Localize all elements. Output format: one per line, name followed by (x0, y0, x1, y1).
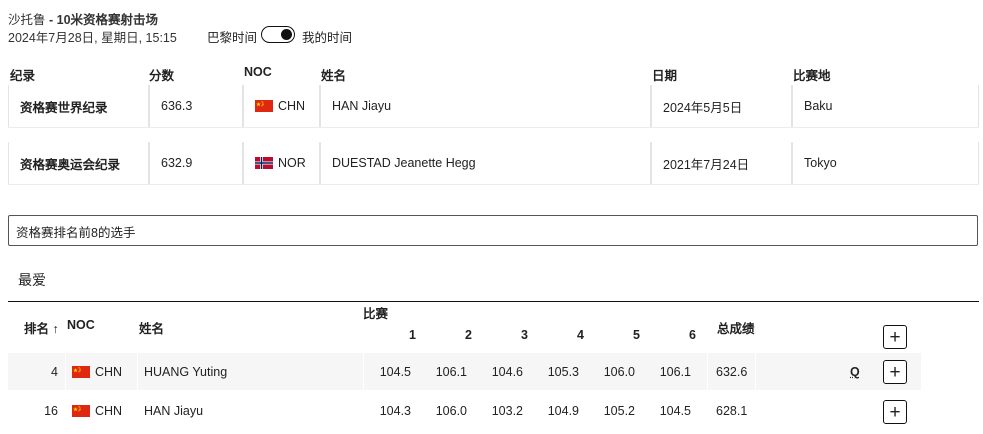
records-col-noc: NOC (244, 65, 272, 79)
table-row[interactable]: 16 CHN HAN Jiayu 104.3 106.0 103.2 104.9… (8, 392, 921, 429)
total-score: 628.1 (716, 403, 748, 418)
column-divider (363, 353, 364, 390)
series-1-score: 104.3 (379, 403, 411, 418)
record-athlete[interactable]: HAN Jiayu (320, 85, 651, 127)
results-col-series-6[interactable]: 6 (676, 328, 696, 342)
record-type: 资格赛奥运会纪录 (8, 142, 149, 184)
expand-all-button[interactable]: + (883, 325, 907, 349)
results-col-rank[interactable]: 排名 ↑ (24, 318, 59, 337)
series-3-score: 103.2 (491, 403, 523, 418)
record-score: 636.3 (149, 85, 243, 127)
title-separator: - (45, 13, 57, 27)
qualification-badge[interactable]: Q (850, 365, 860, 379)
column-divider (707, 353, 708, 390)
series-6-score: 106.1 (659, 364, 691, 379)
record-row: 资格赛奥运会纪录 632.9 NOR DUESTAD Jeanette Hegg… (8, 142, 979, 184)
noc-code: CHN (95, 364, 123, 379)
record-venue: Tokyo (792, 142, 979, 184)
event-title: 沙托鲁 - 10米资格赛射击场 (8, 9, 158, 28)
norway-flag-icon (255, 157, 273, 169)
record-score: 632.9 (149, 142, 243, 184)
series-2-score: 106.0 (435, 403, 467, 418)
sort-ascending-icon: ↑ (52, 322, 59, 336)
record-noc-code: NOR (278, 156, 306, 170)
total-score: 632.6 (716, 364, 748, 379)
noc-code: CHN (95, 403, 123, 418)
record-type: 资格赛世界纪录 (8, 85, 149, 127)
expand-row-button[interactable]: + (883, 400, 907, 424)
series-4-score: 104.9 (547, 403, 579, 418)
record-athlete[interactable]: DUESTAD Jeanette Hegg (320, 142, 651, 184)
records-col-date: 日期 (652, 69, 678, 83)
timezone-toggle[interactable] (261, 26, 295, 43)
athlete-noc: CHN (72, 353, 136, 390)
series-6-score: 104.5 (659, 403, 691, 418)
series-1-score: 104.5 (379, 364, 411, 379)
record-date: 2024年5月5日 (651, 85, 792, 127)
athlete-noc: CHN (72, 392, 136, 429)
timezone-mine-label: 我的时间 (302, 31, 353, 45)
table-top-divider (8, 301, 979, 302)
filter-select[interactable]: 资格赛排名前8的选手 (8, 215, 978, 246)
timezone-paris-label: 巴黎时间 (207, 31, 258, 45)
athlete-name[interactable]: HAN Jiayu (144, 392, 354, 429)
results-col-series-1[interactable]: 1 (396, 328, 416, 342)
record-venue: Baku (792, 85, 979, 127)
column-divider (137, 353, 138, 390)
record-noc-code: CHN (278, 99, 306, 113)
results-col-noc[interactable]: NOC (67, 318, 95, 332)
series-5-score: 106.0 (603, 364, 635, 379)
series-5-score: 105.2 (603, 403, 635, 418)
results-col-name[interactable]: 姓名 (139, 318, 164, 337)
china-flag-icon (255, 100, 273, 112)
expand-row-button[interactable]: + (883, 360, 907, 384)
event-datetime: 2024年7月28日, 星期日, 15:15 (8, 31, 177, 45)
favorites-label: 最爱 (18, 272, 46, 288)
records-col-name: 姓名 (321, 69, 347, 83)
results-col-series-4[interactable]: 4 (564, 328, 584, 342)
results-col-total[interactable]: 总成绩 (717, 318, 755, 337)
athlete-name[interactable]: HUANG Yuting (144, 353, 354, 390)
series-4-score: 105.3 (547, 364, 579, 379)
rank-header-label: 排名 (24, 322, 50, 336)
record-date: 2021年7月24日 (651, 142, 792, 184)
series-3-score: 104.6 (491, 364, 523, 379)
table-row[interactable]: 4 CHN HUANG Yuting 104.5 106.1 104.6 105… (8, 353, 921, 390)
records-col-score: 分数 (149, 69, 175, 83)
records-col-venue: 比赛地 (793, 69, 831, 83)
series-2-score: 106.1 (435, 364, 467, 379)
record-noc: CHN (243, 85, 320, 127)
china-flag-icon (72, 404, 90, 417)
rank-value: 16 (44, 403, 58, 418)
rank-value: 4 (51, 364, 58, 379)
results-col-series-5[interactable]: 5 (620, 328, 640, 342)
china-flag-icon (72, 365, 90, 378)
results-col-series-2[interactable]: 2 (452, 328, 472, 342)
record-row: 资格赛世界纪录 636.3 CHN HAN Jiayu 2024年5月5日 Ba… (8, 85, 979, 127)
records-col-record: 纪录 (10, 69, 36, 83)
results-col-match: 比赛 (363, 307, 389, 321)
event-name: 10米资格赛射击场 (56, 13, 159, 27)
results-col-series-3[interactable]: 3 (508, 328, 528, 342)
venue-name: 沙托鲁 (8, 13, 46, 27)
toggle-knob (281, 29, 292, 40)
column-divider (65, 353, 66, 390)
record-noc: NOR (243, 142, 320, 184)
